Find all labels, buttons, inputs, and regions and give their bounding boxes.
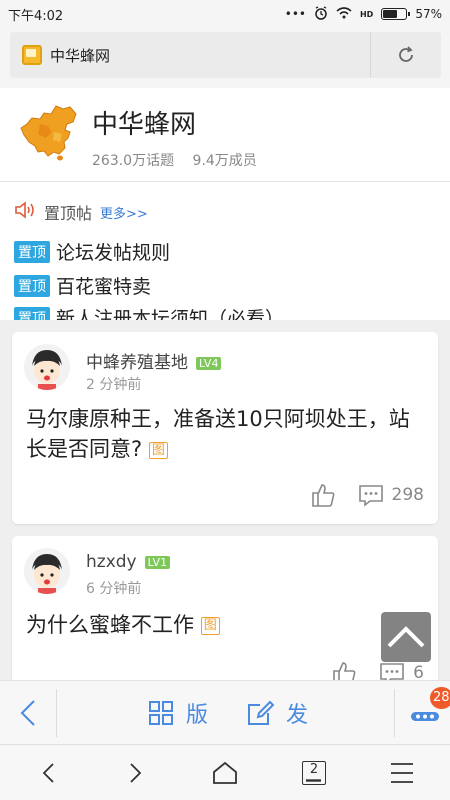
post-title-text: 为什么蜜蜂不工作 bbox=[26, 613, 194, 637]
messages-icon bbox=[411, 712, 439, 721]
thumbs-up-icon bbox=[333, 662, 356, 680]
scroll-to-top-button[interactable] bbox=[381, 612, 431, 662]
post-author[interactable]: hzxdy LV1 bbox=[86, 552, 171, 572]
post-time: 2 分钟前 bbox=[86, 377, 142, 393]
post-card[interactable]: 中蜂养殖基地 LV4 2 分钟前 马尔康原种王，准备送10只阿坝处王，站长是否同意… bbox=[12, 332, 438, 524]
chevron-up-icon bbox=[387, 626, 425, 648]
forum-logo-china-map-icon bbox=[18, 102, 80, 164]
sticky-item-title: 新人注册本坛须知（必看） bbox=[56, 308, 285, 320]
tab-count: 2 bbox=[309, 762, 319, 777]
post-author[interactable]: 中蜂养殖基地 LV4 bbox=[86, 348, 222, 373]
post-time: 6 分钟前 bbox=[86, 581, 142, 597]
grid-icon bbox=[149, 701, 173, 725]
alarm-icon bbox=[314, 5, 328, 23]
edit-icon bbox=[248, 700, 274, 725]
sticky-posts-section: 置顶帖 更多>> 置顶 论坛发帖规则 置顶 百花蜜特卖 置顶 新人注册本坛须知（… bbox=[0, 182, 450, 320]
post-card[interactable]: hzxdy LV1 6 分钟前 为什么蜜蜂不工作 图 6 bbox=[12, 536, 438, 680]
topic-count: 263.0万话题 bbox=[92, 153, 175, 169]
browser-nav-bar: 2 bbox=[0, 744, 450, 800]
post-actions: 6 bbox=[331, 660, 424, 680]
comment-button[interactable]: 298 bbox=[358, 483, 424, 507]
like-button[interactable] bbox=[331, 660, 357, 680]
sticky-tag: 置顶 bbox=[14, 274, 50, 297]
browser-back-button[interactable] bbox=[18, 745, 78, 800]
sticky-item[interactable]: 置顶 百花蜜特卖 bbox=[14, 272, 151, 299]
sticky-item-title: 论坛发帖规则 bbox=[56, 242, 171, 264]
sticky-item-title: 百花蜜特卖 bbox=[56, 276, 152, 298]
comment-count: 298 bbox=[391, 485, 424, 505]
chevron-left-icon bbox=[20, 700, 35, 726]
browser-toolbar: 中华蜂网 bbox=[0, 28, 450, 88]
sticky-header: 置顶帖 更多>> bbox=[14, 200, 148, 224]
chevron-right-icon bbox=[130, 763, 142, 783]
browser-tabs-button[interactable]: 2 bbox=[284, 745, 344, 800]
avatar[interactable] bbox=[24, 344, 70, 390]
status-time: 下午4:02 bbox=[8, 8, 64, 24]
messages-button[interactable]: 28 bbox=[404, 687, 450, 735]
divider bbox=[394, 689, 395, 737]
sticky-heading: 置顶帖 bbox=[44, 204, 93, 223]
unread-badge: 28 bbox=[430, 687, 450, 709]
sticky-item[interactable]: 置顶 论坛发帖规则 bbox=[14, 238, 170, 265]
tabs-icon: 2 bbox=[302, 761, 326, 785]
like-button[interactable] bbox=[310, 482, 336, 508]
divider bbox=[56, 689, 57, 737]
wifi-icon bbox=[336, 6, 352, 22]
post-title[interactable]: 为什么蜜蜂不工作 图 bbox=[26, 610, 424, 640]
level-badge: LV4 bbox=[196, 356, 222, 370]
sticky-tag: 置顶 bbox=[14, 306, 50, 320]
battery-percent: 57% bbox=[415, 7, 442, 21]
new-post-button[interactable]: 发 bbox=[246, 681, 308, 745]
post-title-text: 马尔康原种王，准备送10只阿坝处王，站长是否同意? bbox=[26, 407, 410, 462]
thumbs-up-icon bbox=[311, 484, 334, 507]
post-author-name: 中蜂养殖基地 bbox=[86, 353, 188, 373]
post-author-name: hzxdy bbox=[86, 552, 137, 572]
address-bar[interactable]: 中华蜂网 bbox=[10, 32, 441, 78]
forum-header: 中华蜂网 263.0万话题 9.4万成员 bbox=[0, 88, 450, 182]
image-tag: 图 bbox=[148, 441, 168, 460]
level-badge: LV1 bbox=[144, 555, 171, 569]
status-bar: 下午4:02 ••• HD 57% bbox=[0, 0, 450, 28]
board-button-label: 版 bbox=[186, 703, 209, 728]
back-button[interactable] bbox=[0, 681, 56, 745]
home-icon bbox=[213, 761, 237, 784]
menu-icon bbox=[391, 763, 413, 783]
sticky-more-link[interactable]: 更多>> bbox=[100, 203, 148, 222]
notification-dots: ••• bbox=[284, 7, 306, 21]
forum-name: 中华蜂网 bbox=[92, 110, 197, 140]
signal-hd-label: HD bbox=[359, 9, 374, 19]
browser-home-button[interactable] bbox=[195, 745, 255, 800]
sticky-item[interactable]: 置顶 新人注册本坛须知（必看） bbox=[14, 304, 284, 320]
status-icons: ••• HD 57% bbox=[284, 5, 442, 23]
reload-button[interactable] bbox=[371, 32, 441, 78]
speaker-icon bbox=[14, 200, 36, 224]
comment-button[interactable]: 6 bbox=[379, 661, 424, 680]
battery-icon bbox=[381, 8, 411, 20]
forum-bottom-bar: 版 发 28 bbox=[0, 680, 450, 744]
member-count: 9.4万成员 bbox=[192, 153, 257, 169]
chevron-left-icon bbox=[42, 763, 54, 783]
comment-icon bbox=[358, 485, 383, 507]
post-title[interactable]: 马尔康原种王，准备送10只阿坝处王，站长是否同意? 图 bbox=[26, 404, 424, 465]
browser-forward-button[interactable] bbox=[106, 745, 166, 800]
comment-count: 6 bbox=[413, 663, 424, 680]
site-favicon-icon bbox=[22, 45, 42, 65]
board-button[interactable]: 版 bbox=[148, 681, 208, 745]
new-post-button-label: 发 bbox=[286, 703, 309, 728]
comment-icon bbox=[380, 663, 404, 680]
sticky-tag: 置顶 bbox=[14, 240, 50, 263]
reload-icon bbox=[399, 46, 413, 62]
post-actions: 298 bbox=[310, 482, 424, 508]
image-tag: 图 bbox=[200, 617, 220, 635]
address-bar-title[interactable]: 中华蜂网 bbox=[50, 45, 370, 66]
browser-menu-button[interactable] bbox=[372, 745, 432, 800]
forum-stats: 263.0万话题 9.4万成员 bbox=[92, 150, 271, 170]
avatar[interactable] bbox=[24, 548, 70, 594]
